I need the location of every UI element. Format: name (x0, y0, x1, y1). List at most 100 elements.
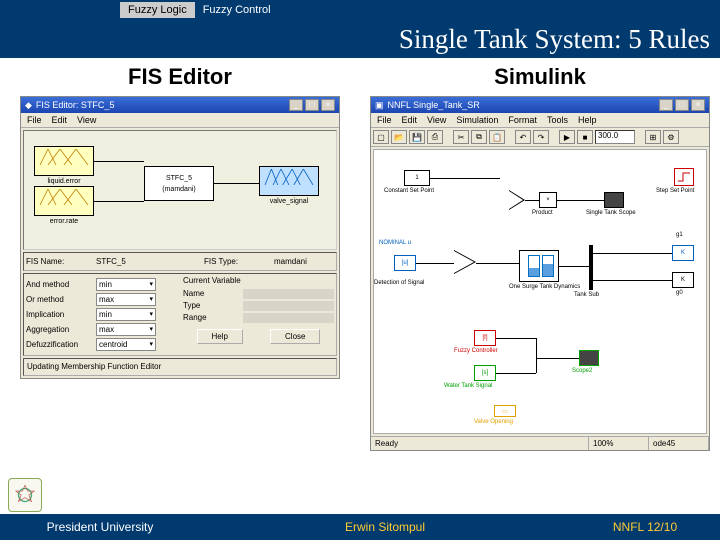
g2-label: g0 (676, 290, 683, 296)
sim-menu-view[interactable]: View (427, 115, 446, 125)
footer-center: Erwin Sitompul (200, 520, 570, 534)
menu-view[interactable]: View (77, 115, 96, 125)
simulink-heading: Simulink (494, 64, 586, 90)
copy-icon[interactable]: ⧉ (471, 130, 487, 144)
fis-window-title: FIS Editor: STFC_5 (36, 100, 115, 110)
sim-maximize-button[interactable]: □ (675, 99, 689, 111)
tank-label: One Surge Tank Dynamics (509, 284, 569, 290)
sim-menu-format[interactable]: Format (508, 115, 537, 125)
help-button[interactable]: Help (197, 329, 243, 344)
sim-status-solver: ode45 (649, 437, 709, 450)
fis-close-button[interactable]: Close (270, 329, 320, 344)
wire (94, 161, 144, 162)
university-logo-icon (8, 478, 42, 512)
fis-rule-block[interactable]: STFC_5 (mamdani) (144, 166, 214, 201)
lib-icon[interactable]: ⊞ (645, 130, 661, 144)
mux-label: Tank Sub (574, 292, 599, 298)
undo-icon[interactable]: ↶ (515, 130, 531, 144)
defuzz-dropdown[interactable]: centroid (96, 338, 156, 351)
left-column: FIS Editor ◆ FIS Editor: STFC_5 _ □ × Fi… (0, 58, 360, 478)
sim-minimize-button[interactable]: _ (659, 99, 673, 111)
fis-params-panel: And methodmin Or methodmax Implicationmi… (23, 273, 337, 356)
nominal-block[interactable]: [u] (394, 255, 416, 271)
fuzzy-block[interactable]: [f] (474, 330, 496, 346)
play-icon[interactable]: ▶ (559, 130, 575, 144)
scope2-block[interactable] (579, 350, 599, 366)
fis-window: ◆ FIS Editor: STFC_5 _ □ × File Edit Vie… (20, 96, 340, 379)
matlab-icon: ◆ (25, 100, 32, 111)
maximize-button[interactable]: □ (305, 99, 319, 111)
fis-menubar: File Edit View (21, 113, 339, 128)
product-label: Product (532, 210, 553, 216)
fis-input-2[interactable]: error.rate (34, 186, 94, 216)
simulink-icon: ▣ (375, 100, 384, 111)
cv-range (243, 313, 334, 323)
wire (94, 201, 144, 202)
fuzzy-label: Fuzzy Controller (454, 348, 498, 354)
sim-time-field[interactable]: 300.0 (595, 130, 635, 144)
fis-heading: FIS Editor (128, 64, 232, 90)
nominal-label: NOMINAL u (379, 240, 411, 246)
footer: President University Erwin Sitompul NNFL… (0, 514, 720, 540)
or-method-dropdown[interactable]: max (96, 293, 156, 306)
tank-block[interactable] (519, 250, 559, 282)
detection-label: Detection of Signal (374, 280, 424, 286)
water-signal-label: Water Tank Signal (444, 383, 492, 389)
sim-canvas[interactable]: 1 Constant Set Point Step Set Point × Pr… (373, 149, 707, 434)
breadcrumb-bar: Fuzzy Logic Fuzzy Control (0, 0, 720, 20)
wire (214, 183, 259, 184)
sim-titlebar[interactable]: ▣ NNFL Single_Tank_SR _ □ × (371, 97, 709, 113)
valve-label: Valve Opening (474, 419, 513, 425)
aggregation-dropdown[interactable]: max (96, 323, 156, 336)
step-label: Step Set Point (656, 188, 694, 194)
cv-name (243, 289, 334, 299)
g2-block[interactable]: K (672, 272, 694, 288)
menu-file[interactable]: File (27, 115, 42, 125)
fis-name-panel: FIS Name: STFC_5 FIS Type: mamdani (23, 252, 337, 271)
sim-window-title: NNFL Single_Tank_SR (388, 100, 480, 110)
open-icon[interactable]: 📂 (391, 130, 407, 144)
slide-title-bar: Single Tank System: 5 Rules (0, 20, 720, 58)
fis-titlebar[interactable]: ◆ FIS Editor: STFC_5 _ □ × (21, 97, 339, 113)
implication-dropdown[interactable]: min (96, 308, 156, 321)
sim-menu-edit[interactable]: Edit (402, 115, 418, 125)
scope-block[interactable] (604, 192, 624, 208)
sim-menu-help[interactable]: Help (578, 115, 597, 125)
and-method-dropdown[interactable]: min (96, 278, 156, 291)
sim-statusbar: Ready 100% ode45 (371, 436, 709, 450)
mux-block[interactable] (589, 245, 593, 290)
breadcrumb-1: Fuzzy Logic (120, 2, 195, 18)
constant-block[interactable]: 1 (404, 170, 430, 186)
fis-output[interactable]: valve_signal (259, 166, 319, 196)
slide-title: Single Tank System: 5 Rules (399, 24, 710, 55)
footer-left: President University (0, 520, 200, 534)
scope2-label: Scope2 (572, 368, 592, 374)
sim-menu-file[interactable]: File (377, 115, 392, 125)
sim-close-button[interactable]: × (691, 99, 705, 111)
model-icon[interactable]: ⚙ (663, 130, 679, 144)
right-column: Simulink ▣ NNFL Single_Tank_SR _ □ × Fil… (360, 58, 720, 478)
save-icon[interactable]: 💾 (409, 130, 425, 144)
sim-menubar: File Edit View Simulation Format Tools H… (371, 113, 709, 128)
fis-input-1[interactable]: liquid.error (34, 146, 94, 176)
new-icon[interactable]: ▢ (373, 130, 389, 144)
valve-block[interactable]: ▭ (494, 405, 516, 417)
g1-label: g1 (676, 232, 683, 238)
paste-icon[interactable]: 📋 (489, 130, 505, 144)
print-icon[interactable]: ⎙ (427, 130, 443, 144)
breadcrumb-2: Fuzzy Control (195, 2, 279, 18)
redo-icon[interactable]: ↷ (533, 130, 549, 144)
water-signal-block[interactable]: [s] (474, 365, 496, 381)
product-block[interactable]: × (539, 192, 557, 208)
step-block[interactable] (674, 168, 694, 186)
simulink-window: ▣ NNFL Single_Tank_SR _ □ × File Edit Vi… (370, 96, 710, 451)
sim-menu-simulation[interactable]: Simulation (456, 115, 498, 125)
cut-icon[interactable]: ✂ (453, 130, 469, 144)
menu-edit[interactable]: Edit (52, 115, 68, 125)
stop-icon[interactable]: ■ (577, 130, 593, 144)
g1-block[interactable]: K (672, 245, 694, 261)
close-button[interactable]: × (321, 99, 335, 111)
fis-status: Updating Membership Function Editor (23, 358, 337, 376)
sim-menu-tools[interactable]: Tools (547, 115, 568, 125)
minimize-button[interactable]: _ (289, 99, 303, 111)
